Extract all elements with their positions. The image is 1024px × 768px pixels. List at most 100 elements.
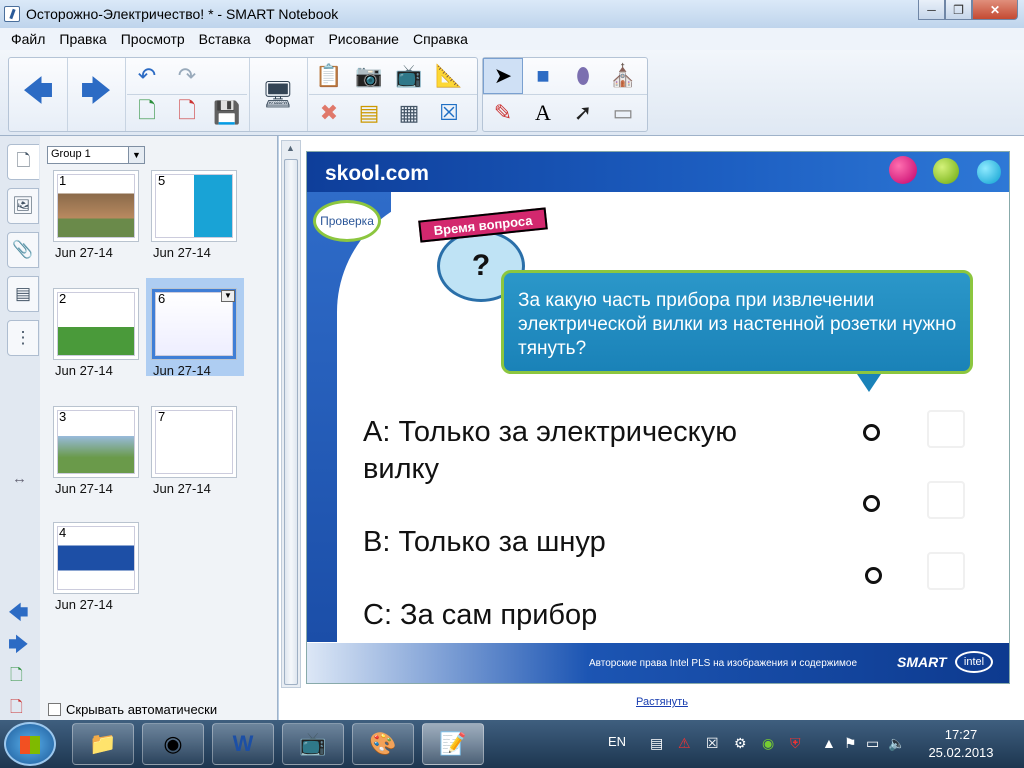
paste-icon[interactable]: 📋 bbox=[309, 58, 349, 94]
autohide-label: Скрывать автоматически bbox=[66, 702, 218, 717]
redo-icon[interactable]: ↷ bbox=[167, 58, 207, 94]
thumbnail-menu-chevron-icon[interactable]: ▼ bbox=[221, 290, 235, 302]
paint-taskbar-icon[interactable]: 🎨 bbox=[352, 723, 414, 765]
delete-page-side-icon[interactable]: 🗋 bbox=[10, 696, 23, 723]
window-title: Осторожно-Электричество! * - SMART Noteb… bbox=[26, 6, 339, 22]
question-bubble-tail bbox=[857, 374, 881, 392]
question-text: За какую часть прибора при извлечении эл… bbox=[518, 290, 957, 359]
slide-header: skool.com bbox=[307, 152, 1009, 192]
display-icon[interactable]: ▭ bbox=[866, 735, 879, 752]
word-taskbar-icon[interactable]: W bbox=[212, 723, 274, 765]
page-sorter-panel: 🗋 🖼 📎 ▤ ⋮ ↔ 🡄 🡆 🗋 🗋 Group 1 ▼ 1 Jun 27-1… bbox=[0, 136, 278, 720]
vertical-scrollbar[interactable]: ▲ bbox=[281, 140, 301, 688]
menu-draw[interactable]: Рисование bbox=[321, 31, 406, 47]
volume-icon[interactable]: 🔈 bbox=[888, 735, 905, 752]
security-alert-icon[interactable]: ⚠ bbox=[678, 735, 691, 752]
answer-b-radio[interactable] bbox=[863, 495, 880, 512]
fullscreen-icon[interactable]: ☒ bbox=[429, 95, 469, 131]
scrollbar-thumb[interactable] bbox=[284, 159, 298, 685]
answer-c[interactable]: C: За сам прибор bbox=[363, 597, 597, 634]
answer-c-radio[interactable] bbox=[865, 567, 882, 584]
shapes-icon[interactable]: ■ bbox=[523, 58, 563, 94]
add-page-icon[interactable]: 🗋 bbox=[127, 95, 167, 131]
fill-icon[interactable]: ⛪ bbox=[603, 58, 643, 94]
minimize-button[interactable]: ─ bbox=[918, 0, 945, 20]
network-error-icon[interactable]: ☒ bbox=[706, 735, 719, 752]
thumbnail-label: Jun 27-14 bbox=[153, 481, 211, 496]
autohide-checkbox[interactable]: Скрывать автоматически bbox=[48, 702, 217, 717]
language-indicator[interactable]: EN bbox=[608, 734, 626, 749]
lines-icon[interactable]: ➚ bbox=[563, 95, 603, 131]
chrome-taskbar-icon[interactable]: ◉ bbox=[142, 723, 204, 765]
menu-format[interactable]: Формат bbox=[258, 31, 322, 47]
thumbnail-number: 1 bbox=[59, 173, 67, 188]
undo-icon[interactable]: ↶ bbox=[127, 58, 167, 94]
explorer-taskbar-icon[interactable]: 📁 bbox=[72, 723, 134, 765]
display-screen-icon[interactable]: 🖥 bbox=[251, 58, 305, 131]
document-camera-taskbar-icon[interactable]: 📺 bbox=[282, 723, 344, 765]
scroll-up-icon[interactable]: ▲ bbox=[286, 143, 295, 153]
move-sidebar-left-icon[interactable]: 🡄 bbox=[8, 598, 29, 632]
save-icon[interactable]: 💾 bbox=[207, 95, 247, 131]
answer-a-radio[interactable] bbox=[863, 424, 880, 441]
text-icon[interactable]: A bbox=[523, 95, 563, 131]
screen-capture-icon[interactable]: 📷 bbox=[349, 58, 389, 94]
thumbnail-number: 7 bbox=[158, 409, 166, 424]
gallery-tab-icon[interactable]: 🖼 bbox=[7, 188, 39, 224]
eraser-tool-icon[interactable]: ▭ bbox=[603, 95, 643, 131]
menu-bar: Файл Правка Просмотр Вставка Формат Рисо… bbox=[0, 28, 1024, 50]
smart-notebook-taskbar-icon[interactable]: 📝 bbox=[422, 723, 484, 765]
table-icon[interactable]: ▦ bbox=[389, 95, 429, 131]
question-bubble: За какую часть прибора при извлечении эл… bbox=[501, 270, 973, 374]
addons-tab-icon[interactable]: ⋮ bbox=[7, 320, 39, 356]
delete-page-icon[interactable]: 🗋 bbox=[167, 95, 207, 131]
next-page-icon[interactable]: 🡆 bbox=[69, 58, 123, 131]
stretch-link[interactable]: Растянуть bbox=[636, 696, 688, 708]
start-button[interactable] bbox=[4, 722, 56, 766]
delete-icon[interactable]: ✖ bbox=[309, 95, 349, 131]
page-sorter-tab-icon[interactable]: 🗋 bbox=[7, 144, 39, 180]
check-button[interactable]: Проверка bbox=[313, 200, 381, 242]
clock-date: 25.02.2013 bbox=[928, 745, 994, 760]
answer-b[interactable]: B: Только за шнур bbox=[363, 524, 606, 561]
answer-a[interactable]: A: Только за электрическую вилку bbox=[363, 414, 737, 488]
close-button[interactable]: ✕ bbox=[972, 0, 1018, 20]
menu-view[interactable]: Просмотр bbox=[114, 31, 192, 47]
eraser-icon[interactable]: ⬮ bbox=[563, 58, 603, 94]
group-select[interactable]: Group 1 ▼ bbox=[47, 146, 145, 164]
answer-a-line1: A: Только за электрическую bbox=[363, 416, 737, 448]
autohide-checkbox-box[interactable] bbox=[48, 703, 61, 716]
maximize-button[interactable]: ❐ bbox=[945, 0, 972, 20]
menu-file[interactable]: Файл bbox=[4, 31, 52, 47]
menu-help[interactable]: Справка bbox=[406, 31, 475, 47]
sidebar-tabs: 🗋 🖼 📎 ▤ ⋮ ↔ 🡄 🡆 🗋 🗋 bbox=[0, 136, 40, 720]
measurement-tools-icon[interactable]: 📐 bbox=[429, 58, 469, 94]
document-camera-icon[interactable]: 📺 bbox=[389, 58, 429, 94]
thumbnail-label: Jun 27-14 bbox=[55, 597, 113, 612]
add-page-side-icon[interactable]: 🗋 bbox=[10, 664, 23, 691]
network-icon[interactable]: ▤ bbox=[650, 735, 663, 752]
previous-page-icon[interactable]: 🡄 bbox=[11, 58, 65, 131]
properties-tab-icon[interactable]: ▤ bbox=[7, 276, 39, 312]
copyright-text: Авторские права Intel PLS на изображения… bbox=[589, 658, 858, 669]
move-sidebar-right-icon[interactable]: 🡆 bbox=[8, 630, 29, 664]
screen-shade-icon[interactable]: ▤ bbox=[349, 95, 389, 131]
pens-icon[interactable]: ✎ bbox=[483, 95, 523, 131]
answer-b-check-icon bbox=[927, 481, 965, 519]
shield-icon[interactable]: ⛨ bbox=[790, 735, 801, 752]
usb-icon[interactable]: ⚙ bbox=[734, 735, 747, 752]
menu-edit[interactable]: Правка bbox=[52, 31, 113, 47]
thumbnail-label: Jun 27-14 bbox=[55, 481, 113, 496]
flag-icon[interactable]: ⚑ bbox=[844, 735, 857, 752]
nvidia-icon[interactable]: ◉ bbox=[762, 735, 774, 752]
attachments-tab-icon[interactable]: 📎 bbox=[7, 232, 39, 268]
resize-sidebar-icon[interactable]: ↔ bbox=[12, 470, 27, 487]
intel-logo: intel bbox=[955, 651, 993, 673]
clock-time: 17:27 bbox=[944, 727, 978, 742]
title-bar: Осторожно-Электричество! * - SMART Noteb… bbox=[0, 0, 1024, 28]
menu-insert[interactable]: Вставка bbox=[192, 31, 258, 47]
thumbnail-label: Jun 27-14 bbox=[55, 245, 113, 260]
clock[interactable]: 17:27 25.02.2013 bbox=[926, 726, 996, 762]
show-hidden-icons-chevron-icon[interactable]: ▲ bbox=[822, 735, 836, 751]
select-icon[interactable]: ➤ bbox=[483, 58, 523, 94]
